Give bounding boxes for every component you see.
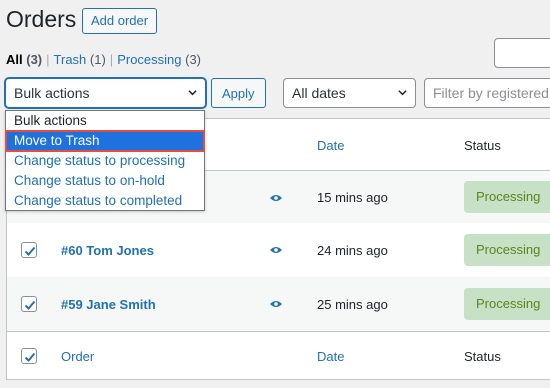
status-badge: Processing <box>464 234 550 266</box>
checkmark-icon <box>24 246 36 256</box>
customer-filter-input[interactable]: Filter by registered customer <box>424 78 550 108</box>
view-trash-link[interactable]: Trash (1) <box>54 52 106 67</box>
status-badge: Processing <box>464 288 550 320</box>
view-all-count: (3) <box>26 52 43 67</box>
eye-icon[interactable] <box>269 299 283 309</box>
select-all-checkbox[interactable] <box>21 348 37 364</box>
eye-icon[interactable] <box>269 245 283 255</box>
dates-value: All dates <box>292 85 346 101</box>
status-badge: Processing <box>464 181 550 213</box>
column-date-footer[interactable]: Date <box>317 349 344 364</box>
eye-icon[interactable] <box>269 193 283 203</box>
add-order-button[interactable]: Add order <box>82 8 158 34</box>
order-date: 15 mins ago <box>317 190 388 205</box>
bulk-actions-select[interactable]: Bulk actions <box>5 78 206 108</box>
dates-select[interactable]: All dates <box>283 78 416 108</box>
bulk-option-on-hold[interactable]: Change status to on-hold <box>6 171 204 191</box>
order-date: 25 mins ago <box>317 297 388 312</box>
customer-filter-placeholder: Filter by registered customer <box>433 85 550 101</box>
table-row[interactable]: #60 Tom Jones 24 mins ago Processing <box>7 223 550 277</box>
checkmark-icon <box>24 352 36 362</box>
bulk-option-bulk-actions[interactable]: Bulk actions <box>6 111 204 131</box>
bulk-actions-value: Bulk actions <box>14 85 90 101</box>
column-order-footer[interactable]: Order <box>61 349 94 364</box>
view-all-link[interactable]: All (3) <box>6 52 42 67</box>
view-trash-count: (1) <box>89 52 106 67</box>
separator: | <box>109 52 114 67</box>
column-status-footer: Status <box>464 349 501 364</box>
column-date-header[interactable]: Date <box>317 138 344 153</box>
chevron-down-icon <box>398 90 407 96</box>
order-link[interactable]: #59 Jane Smith <box>61 297 156 312</box>
bulk-option-move-to-trash[interactable]: Move to Trash <box>5 130 205 152</box>
chevron-down-icon <box>188 90 197 96</box>
page-title: Orders <box>6 6 77 32</box>
order-date: 24 mins ago <box>317 243 388 258</box>
checkmark-icon <box>24 300 36 310</box>
view-processing-count: (3) <box>185 52 202 67</box>
bulk-option-processing[interactable]: Change status to processing <box>6 151 204 171</box>
search-input[interactable] <box>494 38 550 68</box>
table-row[interactable]: #59 Jane Smith 25 mins ago Processing <box>7 277 550 331</box>
view-processing-link[interactable]: Processing (3) <box>117 52 201 67</box>
row-checkbox[interactable] <box>21 242 37 258</box>
apply-button[interactable]: Apply <box>211 78 266 108</box>
order-link[interactable]: #60 Tom Jones <box>61 243 154 258</box>
bulk-option-completed[interactable]: Change status to completed <box>6 191 204 211</box>
row-checkbox[interactable] <box>21 296 37 312</box>
column-status-header: Status <box>464 138 501 153</box>
separator: | <box>46 52 50 67</box>
table-footer-row: Order Date Status <box>7 331 550 381</box>
bulk-actions-dropdown: Bulk actions Move to Trash Change status… <box>5 110 205 211</box>
status-views: All (3) | Trash (1) | Processing (3) <box>6 52 201 67</box>
